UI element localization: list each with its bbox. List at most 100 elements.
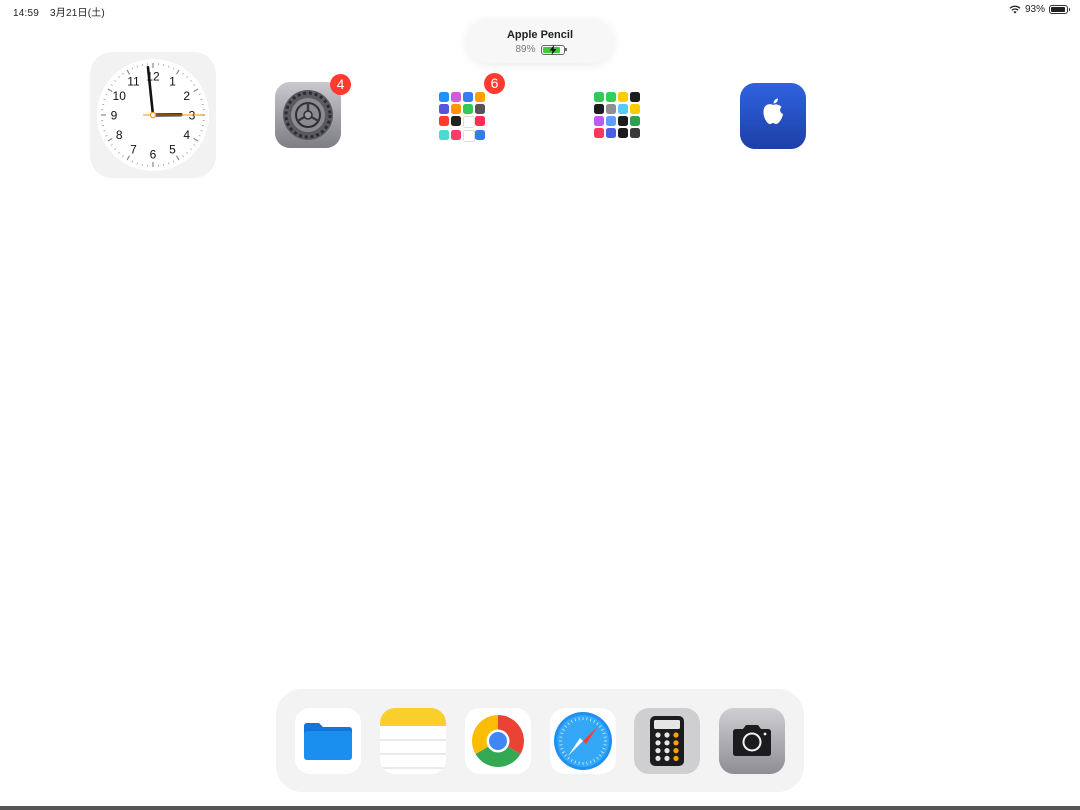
clock-number: 9 xyxy=(111,109,118,123)
clock-number: 4 xyxy=(183,128,190,142)
gear-icon xyxy=(283,90,333,140)
calculator-app[interactable] xyxy=(634,708,700,774)
pencil-battery-row: 89% xyxy=(466,44,614,55)
folder-mini-app-icon xyxy=(594,116,604,126)
folder-mini-app-icon xyxy=(475,92,485,102)
status-right: 93% xyxy=(1009,4,1070,15)
apple-support-app[interactable] xyxy=(740,83,806,149)
folder-mini-app-icon xyxy=(475,116,485,126)
calc-key xyxy=(673,732,679,738)
folder-mini-app-icon xyxy=(451,104,461,114)
apple-pencil-hud: Apple Pencil 89% xyxy=(466,19,614,63)
calc-key xyxy=(673,755,679,761)
compass-tick xyxy=(578,717,580,721)
folder-mini-app-icon xyxy=(451,116,461,126)
battery-fill xyxy=(1051,7,1065,12)
chrome-app[interactable] xyxy=(465,708,531,774)
status-bar: 14:59 3月21日(土) 93% xyxy=(0,0,1080,20)
pencil-battery-icon xyxy=(540,44,567,55)
folder-mini-app-icon xyxy=(439,104,449,114)
folder-mini-app-icon xyxy=(606,128,616,138)
clock-number: 2 xyxy=(183,89,190,103)
folder-mini-app-icon xyxy=(618,116,628,126)
camera-app[interactable] xyxy=(719,708,785,774)
safari-compass-icon xyxy=(554,712,612,770)
folder-mini-app-icon xyxy=(594,128,604,138)
clock-widget[interactable]: 121234567891011 xyxy=(90,52,216,178)
chrome-icon xyxy=(472,715,524,767)
folder-mini-app-icon xyxy=(463,130,475,142)
calc-key xyxy=(655,732,661,738)
clock-number: 5 xyxy=(169,142,176,156)
folder-mini-app-icon xyxy=(630,92,640,102)
folder-mini-app-icon xyxy=(463,92,473,102)
folder-mini-app-icon xyxy=(630,128,640,138)
folder-mini-app-icon xyxy=(439,116,449,126)
status-date: 3月21日(土) xyxy=(50,8,105,19)
clock-number: 1 xyxy=(169,75,176,89)
battery-percent: 93% xyxy=(1024,4,1045,15)
camera-icon xyxy=(733,725,771,756)
calc-key xyxy=(664,748,670,754)
app-folder[interactable] xyxy=(431,82,497,148)
clock-number: 7 xyxy=(130,142,137,156)
folder-mini-app-icon xyxy=(463,104,473,114)
pencil-title: Apple Pencil xyxy=(506,29,574,41)
clock-number: 11 xyxy=(127,75,140,89)
files-app[interactable] xyxy=(295,708,361,774)
folder-grid-icon xyxy=(594,92,644,138)
status-left: 14:59 3月21日(土) xyxy=(13,4,105,19)
calc-key xyxy=(673,740,679,746)
folder-mini-app-icon xyxy=(630,116,640,126)
calc-key xyxy=(655,740,661,746)
folder-mini-app-icon xyxy=(451,130,461,140)
apple-logo-icon xyxy=(763,98,783,124)
settings-app[interactable] xyxy=(275,82,341,148)
calculator-icon xyxy=(650,716,684,766)
settings-badge: 4 xyxy=(330,74,351,95)
compass-tick xyxy=(603,736,607,738)
folder-badge: 6 xyxy=(484,73,505,94)
home-indicator[interactable] xyxy=(0,806,1080,810)
compass-tick xyxy=(603,744,607,746)
calc-key xyxy=(664,740,670,746)
calc-key xyxy=(655,748,661,754)
calc-key xyxy=(655,755,661,761)
folder-grid-icon xyxy=(439,92,489,142)
safari-app[interactable] xyxy=(550,708,616,774)
folder-mini-app-icon xyxy=(451,92,461,102)
calc-key xyxy=(673,748,679,754)
pencil-battery-percent: 89% xyxy=(515,44,536,55)
bolt-icon xyxy=(549,44,556,55)
wifi-icon xyxy=(1009,5,1021,14)
compass-tick xyxy=(559,736,563,738)
compass-tick xyxy=(586,717,588,721)
folder-mini-app-icon xyxy=(475,104,485,114)
folder-mini-app-icon xyxy=(606,104,616,114)
folder-mini-app-icon xyxy=(606,92,616,102)
folder-mini-app-icon xyxy=(475,130,485,140)
notes-icon xyxy=(380,708,446,774)
clock-number: 8 xyxy=(116,128,123,142)
folder-mini-app-icon xyxy=(618,128,628,138)
notes-app[interactable] xyxy=(380,708,446,774)
folder-mini-app-icon xyxy=(463,116,475,128)
dock xyxy=(276,689,804,792)
clock-number: 10 xyxy=(113,89,127,103)
folder-mini-app-icon xyxy=(439,92,449,102)
clock-face: 121234567891011 xyxy=(97,59,209,171)
clock-number: 6 xyxy=(150,148,157,162)
app-folder-2[interactable] xyxy=(586,82,652,148)
folder-mini-app-icon xyxy=(618,104,628,114)
folder-mini-app-icon xyxy=(594,104,604,114)
files-folder-icon xyxy=(304,723,352,760)
compass-tick xyxy=(578,761,580,765)
calc-key xyxy=(664,732,670,738)
folder-mini-app-icon xyxy=(439,130,449,140)
folder-mini-app-icon xyxy=(594,92,604,102)
battery-icon xyxy=(1049,5,1070,14)
folder-mini-app-icon xyxy=(630,104,640,114)
compass-tick xyxy=(559,744,563,746)
folder-mini-app-icon xyxy=(618,92,628,102)
compass-tick xyxy=(586,761,588,765)
